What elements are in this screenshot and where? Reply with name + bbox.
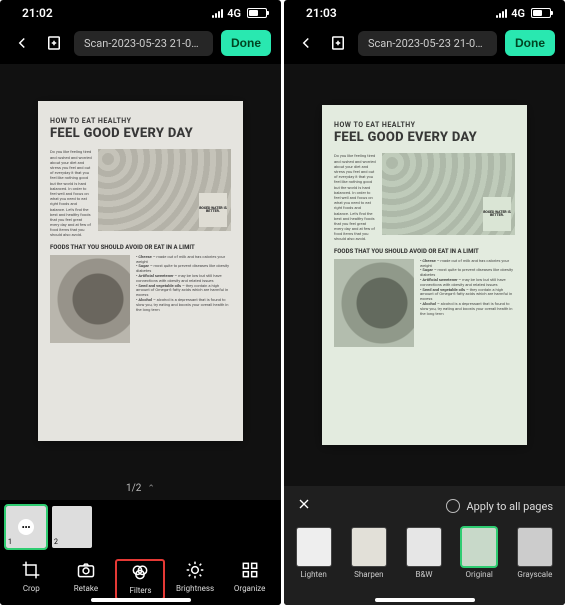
thumbs-row: ••• 1 2 (0, 500, 281, 552)
filter-original[interactable]: Original (462, 528, 496, 579)
chevron-up-icon: ⌃ (147, 484, 155, 494)
thumb-1[interactable]: ••• 1 (6, 506, 46, 548)
back-button[interactable] (10, 31, 34, 55)
crop-icon (21, 560, 41, 580)
doc-h2: FEEL GOOD EVERY DAY (50, 126, 231, 142)
page-canvas[interactable]: HOW TO EAT HEALTHY FEEL GOOD EVERY DAY D… (0, 64, 281, 477)
filter-thumb (352, 528, 386, 566)
doc-bullets: • Cheese – made out of milk and has calo… (136, 255, 231, 343)
status-time: 21:02 (22, 6, 53, 20)
filter-thumb (297, 528, 331, 566)
close-filters[interactable] (296, 496, 312, 516)
status-right: 4G (496, 7, 551, 20)
right-screen: 21:03 4G Scan-2023-05-23 21-01-17 Done H… (284, 0, 565, 605)
doc-h2: FEEL GOOD EVERY DAY (334, 130, 515, 146)
brightness-icon (185, 560, 205, 580)
doc-sub: FOODS THAT YOU SHOULD AVOID OR EAT IN A … (50, 244, 231, 251)
filters-icon (130, 562, 150, 582)
doc-h1: HOW TO EAT HEALTHY (50, 117, 231, 125)
page-canvas[interactable]: HOW TO EAT HEALTHY FEEL GOOD EVERY DAY D… (284, 64, 565, 485)
signal-icon (496, 9, 507, 18)
grid-icon (240, 560, 260, 580)
crop-tool[interactable]: Crop (7, 560, 55, 599)
brightness-tool[interactable]: Brightness (171, 560, 219, 599)
filter-lighten[interactable]: Lighten (297, 528, 331, 579)
filters-row: Lighten Sharpen B&W Original Grayscale (284, 522, 565, 605)
radio-icon (446, 499, 460, 513)
doc-hero-image: BOXED WATER IS BETTER. (98, 149, 231, 231)
status-time: 21:03 (306, 6, 337, 20)
filter-bw[interactable]: B&W (407, 528, 441, 579)
organize-tool[interactable]: Organize (226, 560, 274, 599)
camera-icon (76, 560, 96, 580)
home-indicator[interactable] (375, 598, 475, 602)
signal-icon (212, 9, 223, 18)
doc-title-input[interactable]: Scan-2023-05-23 21-01-17 (74, 31, 213, 56)
boxed-water-label: BOXED WATER IS BETTER. (483, 197, 511, 231)
status-bar: 21:03 4G (284, 0, 565, 22)
back-button[interactable] (294, 31, 318, 55)
filter-thumb (462, 528, 496, 566)
scanned-page: HOW TO EAT HEALTHY FEEL GOOD EVERY DAY D… (322, 105, 527, 445)
home-indicator[interactable] (91, 598, 191, 602)
filter-sharpen[interactable]: Sharpen (352, 528, 386, 579)
done-button[interactable]: Done (505, 30, 555, 56)
status-bar: 21:02 4G (0, 0, 281, 22)
status-right: 4G (212, 7, 267, 20)
battery-icon (531, 8, 551, 18)
network-label: 4G (511, 7, 525, 20)
doc-intro-text: Do you like feeling tired and rushed and… (50, 149, 92, 237)
topbar: Scan-2023-05-23 21-01-17 Done (284, 22, 565, 64)
doc-sub: FOODS THAT YOU SHOULD AVOID OR EAT IN A … (334, 248, 515, 255)
network-label: 4G (227, 7, 241, 20)
close-icon (296, 496, 312, 512)
topbar: Scan-2023-05-23 21-01-17 Done (0, 22, 281, 64)
apply-all-toggle[interactable]: Apply to all pages (446, 499, 553, 513)
filter-grayscale[interactable]: Grayscale (517, 528, 552, 579)
battery-icon (247, 8, 267, 18)
page-counter[interactable]: 1/2⌃ (0, 477, 281, 500)
add-page-button[interactable] (42, 31, 66, 55)
doc-cup-image (50, 255, 130, 343)
doc-title-input[interactable]: Scan-2023-05-23 21-01-17 (358, 31, 497, 56)
filter-thumb (518, 528, 552, 566)
filters-tool[interactable]: Filters (116, 560, 164, 599)
doc-cup-image (334, 259, 414, 347)
add-page-button[interactable] (326, 31, 350, 55)
doc-intro-text: Do you like feeling tired and rushed and… (334, 153, 376, 241)
boxed-water-label: BOXED WATER IS BETTER. (199, 193, 227, 227)
thumb-2[interactable]: 2 (52, 506, 92, 548)
doc-hero-image: BOXED WATER IS BETTER. (382, 153, 515, 235)
scanned-page: HOW TO EAT HEALTHY FEEL GOOD EVERY DAY D… (38, 101, 243, 441)
doc-bullets: • Cheese – made out of milk and has calo… (420, 259, 515, 347)
filters-header: Apply to all pages (284, 485, 565, 522)
retake-tool[interactable]: Retake (62, 560, 110, 599)
left-screen: 21:02 4G Scan-2023-05-23 21-01-17 Done H… (0, 0, 281, 605)
filter-thumb (407, 528, 441, 566)
done-button[interactable]: Done (221, 30, 271, 56)
more-icon[interactable]: ••• (18, 519, 34, 535)
doc-h1: HOW TO EAT HEALTHY (334, 121, 515, 129)
